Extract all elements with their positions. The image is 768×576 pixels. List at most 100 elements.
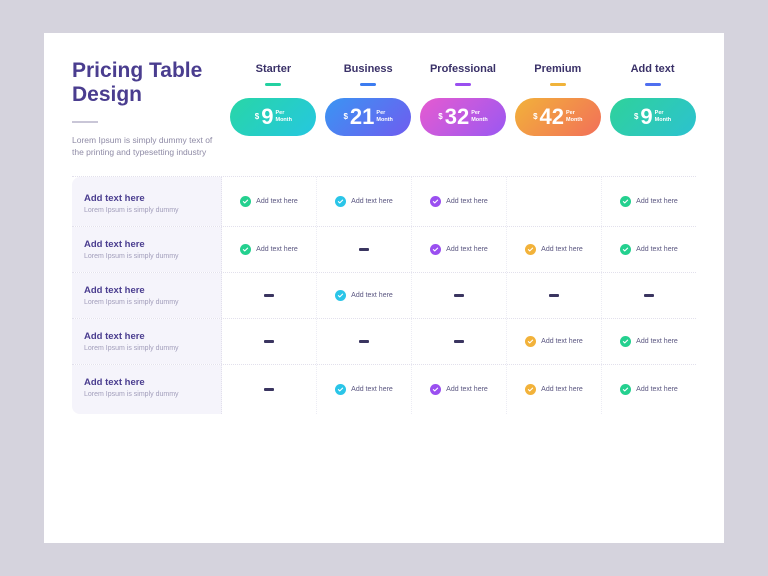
cell-text: Add text here	[351, 386, 393, 393]
feature-cell: Add text here	[602, 319, 696, 364]
check-icon	[620, 244, 631, 255]
plan-underline	[265, 83, 281, 86]
dash-icon	[454, 294, 464, 297]
feature-label: Add text hereLorem Ipsum is simply dummy	[72, 319, 222, 364]
currency-symbol: $	[533, 112, 537, 121]
currency-symbol: $	[255, 112, 259, 121]
price-pill: $9PerMonth	[230, 98, 316, 136]
title-underline	[72, 121, 98, 123]
feature-cell: Add text here	[412, 365, 507, 414]
dash-icon	[644, 294, 654, 297]
dash-icon	[264, 340, 274, 343]
check-icon	[620, 196, 631, 207]
cell-text: Add text here	[636, 386, 678, 393]
price-period: PerMonth	[275, 110, 292, 122]
cell-text: Add text here	[446, 386, 488, 393]
cell-text: Add text here	[541, 246, 583, 253]
price-amount: 21	[350, 106, 374, 128]
intro: Pricing Table Design Lorem Ipsum is simp…	[72, 59, 222, 158]
feature-row: Add text hereLorem Ipsum is simply dummy…	[72, 176, 696, 226]
feature-subtitle: Lorem Ipsum is simply dummy	[84, 207, 211, 214]
page-description: Lorem Ipsum is simply dummy text of the …	[72, 135, 222, 158]
feature-subtitle: Lorem Ipsum is simply dummy	[84, 253, 211, 260]
cell-text: Add text here	[636, 198, 678, 205]
plan-name: Add text	[609, 63, 696, 75]
feature-cells: Add text here Add text here Add text here A…	[222, 177, 696, 226]
price-amount: 42	[540, 106, 564, 128]
check-icon	[620, 384, 631, 395]
price-amount: 9	[261, 106, 273, 128]
feature-cell: Add text here	[412, 227, 507, 272]
check-icon	[430, 196, 441, 207]
check-icon	[525, 244, 536, 255]
feature-subtitle: Lorem Ipsum is simply dummy	[84, 299, 211, 306]
dash-icon	[359, 340, 369, 343]
dash-icon	[264, 388, 274, 391]
cell-text: Add text here	[446, 246, 488, 253]
dash-icon	[549, 294, 559, 297]
check-icon	[620, 336, 631, 347]
feature-label: Add text here Lorem Ipsum is simply dummy	[72, 273, 222, 318]
currency-symbol: $	[634, 112, 638, 121]
feature-subtitle: Lorem Ipsum is simply dummy	[84, 391, 211, 398]
feature-cell: Add text here	[222, 177, 317, 226]
feature-row: Add text here Lorem Ipsum is simply dummy…	[72, 272, 696, 318]
plan-name: Premium	[514, 63, 601, 75]
feature-cell: Add text here	[317, 365, 412, 414]
plan-header: Add text $9PerMonth	[609, 63, 696, 158]
feature-cell: Add text here	[412, 177, 507, 226]
dash-icon	[264, 294, 274, 297]
cell-text: Add text here	[351, 198, 393, 205]
feature-cells: Add text here	[222, 273, 696, 318]
check-icon	[335, 290, 346, 301]
check-icon	[240, 196, 251, 207]
check-icon	[430, 384, 441, 395]
cell-text: Add text here	[256, 246, 298, 253]
feature-cell: Add text here	[602, 177, 696, 226]
check-icon	[525, 336, 536, 347]
feature-title: Add text here	[84, 239, 211, 250]
cell-text: Add text here	[636, 338, 678, 345]
feature-cell: Add text here	[602, 365, 696, 414]
check-icon	[335, 196, 346, 207]
price-pill: $21PerMonth	[325, 98, 411, 136]
plan-name: Business	[325, 63, 412, 75]
feature-cell	[412, 319, 507, 364]
feature-cell	[507, 177, 602, 226]
price-period: PerMonth	[471, 110, 488, 122]
dash-icon	[454, 340, 464, 343]
feature-label: Add text hereLorem Ipsum is simply dummy	[72, 177, 222, 226]
feature-subtitle: Lorem Ipsum is simply dummy	[84, 345, 211, 352]
cell-text: Add text here	[256, 198, 298, 205]
feature-cell	[222, 273, 317, 318]
feature-cell	[222, 319, 317, 364]
plan-name: Professional	[420, 63, 507, 75]
plan-underline	[645, 83, 661, 86]
check-icon	[335, 384, 346, 395]
price-pill: $9PerMonth	[610, 98, 696, 136]
price-period: PerMonth	[655, 110, 672, 122]
feature-cell: Add text here	[507, 319, 602, 364]
feature-row: Add text here Lorem Ipsum is simply dummy…	[72, 226, 696, 272]
feature-cell: Add text here	[222, 227, 317, 272]
feature-label: Add text hereLorem Ipsum is simply dummy	[72, 365, 222, 414]
feature-title: Add text here	[84, 285, 211, 296]
cell-text: Add text here	[541, 338, 583, 345]
plan-underline	[360, 83, 376, 86]
feature-grid: Add text here Lorem Ipsum is simply dummy…	[72, 176, 696, 414]
feature-cell	[317, 319, 412, 364]
feature-cell: Add text here	[602, 227, 696, 272]
feature-cell	[412, 273, 507, 318]
feature-row: Add text hereLorem Ipsum is simply dummy…	[72, 364, 696, 414]
feature-cell	[507, 273, 602, 318]
feature-cell: Add text here	[507, 227, 602, 272]
price-period: PerMonth	[566, 110, 583, 122]
price-pill: $32PerMonth	[420, 98, 506, 136]
currency-symbol: $	[343, 112, 347, 121]
price-period: PerMonth	[376, 110, 393, 122]
plan-header: Business $21PerMonth	[325, 63, 412, 158]
check-icon	[240, 244, 251, 255]
cell-text: Add text here	[351, 292, 393, 299]
feature-cells: Add text here Add text here Add text here A…	[222, 365, 696, 414]
cell-text: Add text here	[541, 386, 583, 393]
